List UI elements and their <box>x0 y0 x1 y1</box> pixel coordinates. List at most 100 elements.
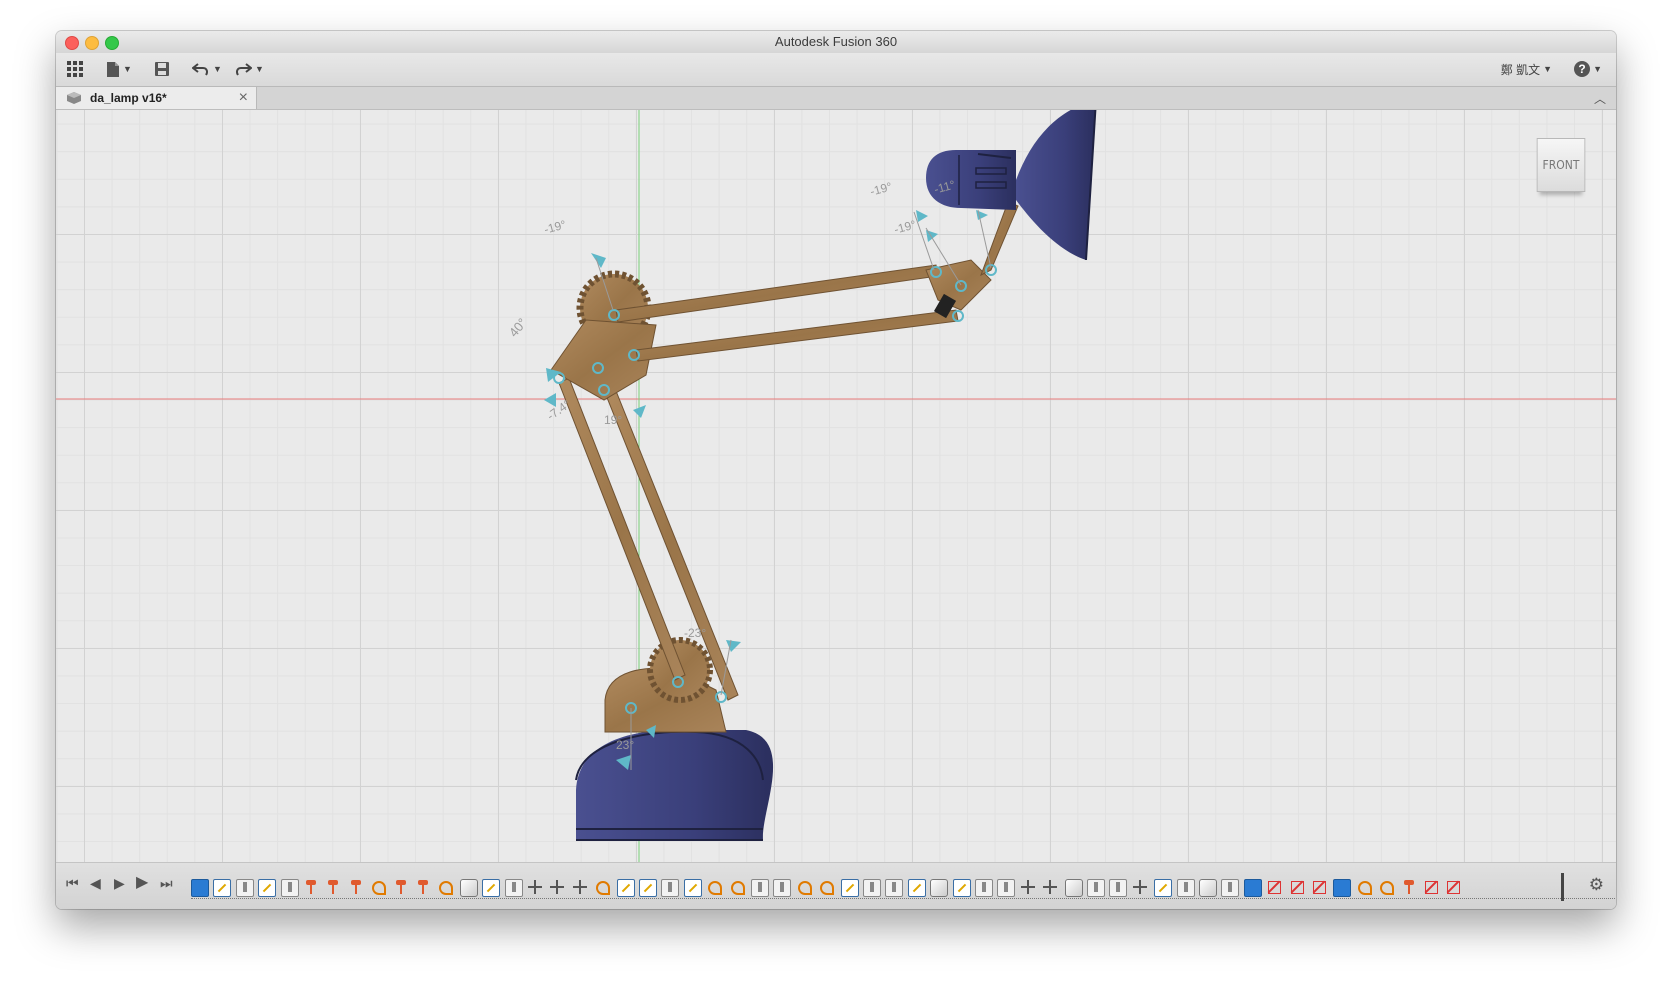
timeline-feature-sketch-icon[interactable] <box>907 879 926 897</box>
timeline-feature-disabled-icon[interactable] <box>1289 879 1305 895</box>
component-icon <box>67 92 81 104</box>
file-icon <box>107 61 119 77</box>
view-cube-face-label: FRONT <box>1542 158 1580 172</box>
undo-button[interactable]: ▼ <box>192 57 222 81</box>
timeline-feature-asbuilt-icon[interactable] <box>706 879 723 895</box>
window-title: Autodesk Fusion 360 <box>774 34 898 49</box>
user-menu-button[interactable]: 鄭 凱文 ▼ <box>1501 57 1552 81</box>
timeline-feature-joint-icon[interactable] <box>348 879 364 895</box>
timeline-feature-extrude-icon[interactable] <box>1109 879 1128 897</box>
timeline-feature-body-icon[interactable] <box>1064 879 1083 897</box>
view-cube[interactable]: FRONT <box>1536 138 1586 192</box>
timeline-feature-sketch-icon[interactable] <box>1154 879 1173 897</box>
minimize-window-button[interactable] <box>85 36 99 50</box>
lamp-model-view <box>56 110 1616 892</box>
play-button[interactable]: ▶ <box>136 875 148 891</box>
timeline-feature-sketch-icon[interactable] <box>258 879 277 897</box>
timeline-feature-extrude-icon[interactable] <box>1221 879 1240 897</box>
timeline-feature-joint-icon[interactable] <box>1401 879 1417 895</box>
timeline-feature-move-icon[interactable] <box>1042 879 1058 895</box>
timeline-feature-extrude-icon[interactable] <box>863 879 881 897</box>
timeline-feature-shell-icon[interactable] <box>1333 879 1352 897</box>
chevron-down-icon: ▼ <box>1593 64 1602 74</box>
timeline-feature-extrude-icon[interactable] <box>997 879 1016 897</box>
gear-icon[interactable]: ⚙ <box>1589 875 1604 895</box>
timeline-feature-sketch-icon[interactable] <box>639 879 657 897</box>
timeline-feature-joint-icon[interactable] <box>325 879 341 895</box>
timeline-feature-extrude-icon[interactable] <box>504 879 523 897</box>
help-button[interactable]: ? ▼ <box>1574 57 1602 81</box>
save-icon <box>155 62 169 76</box>
save-button[interactable] <box>154 57 170 81</box>
timeline-feature-extrude-icon[interactable] <box>280 879 299 897</box>
timeline-feature-extrude-icon[interactable] <box>235 879 254 897</box>
grid-icon <box>67 61 83 77</box>
timeline-feature-joint-icon[interactable] <box>415 879 431 895</box>
go-to-start-button[interactable]: ⏮ <box>66 875 79 891</box>
timeline-feature-sketch-icon[interactable] <box>482 879 501 897</box>
collapse-icon[interactable]: ︿ <box>1594 90 1606 107</box>
timeline-feature-shell-icon[interactable] <box>191 879 209 897</box>
timeline-feature-extrude-icon[interactable] <box>1176 879 1195 897</box>
go-to-end-button[interactable]: ⏭ <box>160 875 173 891</box>
document-tab[interactable]: da_lamp v16* × <box>56 87 257 109</box>
timeline-feature-extrude-icon[interactable] <box>1087 879 1105 897</box>
timeline-feature-move-icon[interactable] <box>572 879 588 895</box>
main-toolbar: ▼ ▼ ▼ 鄭 凱文 ▼ ? ▼ <box>56 53 1616 87</box>
close-tab-button[interactable]: × <box>239 89 248 107</box>
user-name: 鄭 凱文 <box>1500 62 1541 77</box>
timeline-feature-disabled-icon[interactable] <box>1423 879 1439 895</box>
timeline-feature-joint-icon[interactable] <box>393 879 409 895</box>
timeline-feature-move-icon[interactable] <box>1020 879 1036 895</box>
timeline-feature-asbuilt-icon[interactable] <box>729 879 745 895</box>
timeline-feature-move-icon[interactable] <box>549 879 565 895</box>
chevron-down-icon: ▼ <box>1543 64 1552 74</box>
timeline-feature-body-icon[interactable] <box>1199 879 1217 897</box>
redo-icon <box>236 63 252 76</box>
timeline-feature-sketch-icon[interactable] <box>952 879 971 897</box>
timeline-feature-sketch-icon[interactable] <box>840 879 859 897</box>
timeline-feature-asbuilt-icon[interactable] <box>1356 879 1372 895</box>
timeline-feature-move-icon[interactable] <box>527 879 543 895</box>
chevron-down-icon: ▼ <box>213 64 222 74</box>
timeline-feature-extrude-icon[interactable] <box>975 879 993 897</box>
step-forward-button[interactable]: ▶ <box>114 875 125 891</box>
chevron-down-icon: ▼ <box>123 64 132 74</box>
file-menu-button[interactable]: ▼ <box>106 57 132 81</box>
timeline-feature-asbuilt-icon[interactable] <box>796 879 812 895</box>
timeline-feature-sketch-icon[interactable] <box>683 879 702 897</box>
timeline-feature-sketch-icon[interactable] <box>213 879 232 897</box>
timeline-feature-asbuilt-icon[interactable] <box>370 879 387 895</box>
title-bar: Autodesk Fusion 360 <box>56 31 1616 53</box>
step-back-button[interactable]: ◀ <box>90 875 101 891</box>
timeline-feature-asbuilt-icon[interactable] <box>437 879 454 895</box>
timeline-feature-sketch-icon[interactable] <box>616 879 635 897</box>
timeline-feature-extrude-icon[interactable] <box>885 879 904 897</box>
timeline-feature-disabled-icon[interactable] <box>1445 879 1461 895</box>
timeline-feature-disabled-icon[interactable] <box>1311 879 1327 895</box>
timeline-feature-move-icon[interactable] <box>1132 879 1148 895</box>
timeline-feature-asbuilt-icon[interactable] <box>1378 879 1395 895</box>
3d-canvas[interactable]: -19° 40° 19° -7.4° -19° -19° -11° -23° 2… <box>56 110 1616 892</box>
data-panel-button[interactable] <box>66 57 84 81</box>
timeline-marker[interactable] <box>1561 873 1564 901</box>
help-icon: ? <box>1574 61 1591 77</box>
timeline-feature-body-icon[interactable] <box>459 879 478 897</box>
timeline-feature-extrude-icon[interactable] <box>773 879 792 897</box>
zoom-window-button[interactable] <box>105 36 119 50</box>
timeline-bar: ⏮ ◀ ▶ ▶ ⏭ ⚙ <box>56 862 1616 909</box>
timeline-feature-extrude-icon[interactable] <box>751 879 769 897</box>
timeline-feature-asbuilt-icon[interactable] <box>818 879 835 895</box>
timeline-feature-extrude-icon[interactable] <box>661 879 680 897</box>
app-window: Autodesk Fusion 360 ▼ ▼ ▼ 鄭 凱文 ▼ ? ▼ da_… <box>56 31 1616 909</box>
joint-angle-label: 19° <box>604 413 623 427</box>
lower-arms <box>558 377 739 701</box>
document-tab-bar: da_lamp v16* × ︿ <box>56 87 1616 110</box>
redo-button[interactable]: ▼ <box>234 57 264 81</box>
timeline-feature-disabled-icon[interactable] <box>1266 879 1282 895</box>
timeline-feature-shell-icon[interactable] <box>1243 879 1262 897</box>
close-window-button[interactable] <box>65 36 79 50</box>
timeline-feature-body-icon[interactable] <box>930 879 949 897</box>
timeline-feature-asbuilt-icon[interactable] <box>594 879 611 895</box>
timeline-feature-joint-icon[interactable] <box>303 879 319 895</box>
